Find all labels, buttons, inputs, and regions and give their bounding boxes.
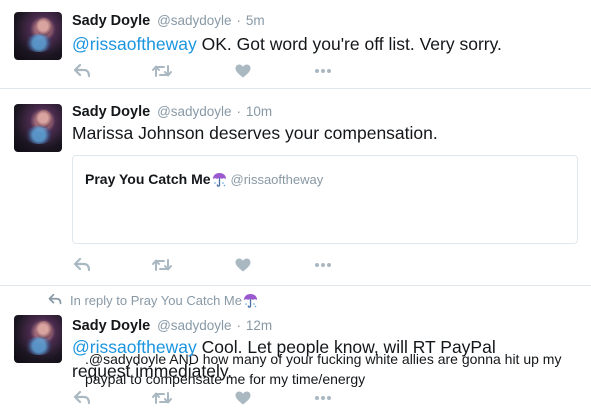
separator: · — [236, 318, 241, 333]
tweet-header: Sady Doyle @sadydoyle · 5m — [72, 11, 265, 30]
mention-link[interactable]: @rissaoftheway — [72, 34, 197, 54]
quoted-author-handle: @rissaoftheway — [230, 172, 324, 187]
tweet-actions — [74, 63, 334, 79]
retweet-button[interactable] — [152, 257, 172, 273]
like-button[interactable] — [235, 390, 251, 406]
retweet-icon — [152, 259, 172, 271]
more-button[interactable] — [314, 257, 332, 273]
reply-button[interactable] — [74, 390, 90, 406]
reply-button[interactable] — [74, 257, 90, 273]
tweet-3[interactable]: Sady Doyle @sadydoyle · 12m @rissaofthew… — [0, 286, 591, 418]
timestamp[interactable]: 12m — [246, 318, 272, 333]
tweet-text: Marissa Johnson deserves your compensati… — [72, 123, 438, 143]
like-button[interactable] — [235, 63, 251, 79]
mention-link[interactable]: @rissaoftheway — [72, 337, 197, 357]
tweet-actions — [74, 390, 334, 406]
like-button[interactable] — [235, 257, 251, 273]
retweet-button[interactable] — [152, 63, 172, 79]
author-name[interactable]: Sady Doyle — [72, 318, 150, 334]
avatar[interactable] — [14, 104, 62, 152]
tweet-actions — [74, 257, 334, 273]
tweet-1[interactable]: Sady Doyle @sadydoyle · 5m @rissaofthewa… — [0, 0, 591, 88]
quoted-tweet[interactable]: Pray You Catch Me @rissaoftheway .@sadydo… — [72, 155, 578, 387]
tweet-header: Sady Doyle @sadydoyle · 10m — [72, 102, 272, 121]
tweet-text: @rissaoftheway OK. Got word you're off l… — [72, 32, 577, 56]
reply-icon — [74, 258, 90, 272]
more-button[interactable] — [314, 390, 332, 406]
separator: · — [236, 104, 241, 119]
author-handle[interactable]: @sadydoyle — [157, 318, 232, 333]
reply-button[interactable] — [74, 63, 90, 79]
quoted-author-name: Pray You Catch Me — [85, 171, 211, 187]
heart-icon — [235, 64, 251, 78]
separator: · — [236, 13, 241, 28]
more-icon — [315, 69, 331, 73]
reply-icon — [74, 391, 90, 405]
reply-icon — [74, 64, 90, 78]
umbrella-emoji-icon — [212, 173, 226, 188]
tweet-text: @rissaoftheway Cool. Let people know, wi… — [72, 335, 552, 383]
retweet-icon — [152, 392, 172, 404]
more-icon — [315, 396, 331, 400]
quoted-tweet-header: Pray You Catch Me @rissaoftheway — [85, 170, 323, 189]
author-name[interactable]: Sady Doyle — [72, 13, 150, 29]
tweet-header: Sady Doyle @sadydoyle · 12m — [72, 316, 272, 335]
retweet-icon — [152, 65, 172, 77]
timestamp[interactable]: 5m — [246, 13, 265, 28]
more-icon — [315, 263, 331, 267]
timestamp[interactable]: 10m — [246, 104, 272, 119]
more-button[interactable] — [314, 63, 332, 79]
avatar[interactable] — [14, 12, 62, 60]
heart-icon — [235, 391, 251, 405]
avatar[interactable] — [14, 315, 62, 363]
retweet-button[interactable] — [152, 390, 172, 406]
author-handle[interactable]: @sadydoyle — [157, 104, 232, 119]
heart-icon — [235, 258, 251, 272]
author-name[interactable]: Sady Doyle — [72, 104, 150, 120]
author-handle[interactable]: @sadydoyle — [157, 13, 232, 28]
tweet-body: OK. Got word you're off list. Very sorry… — [196, 34, 502, 54]
